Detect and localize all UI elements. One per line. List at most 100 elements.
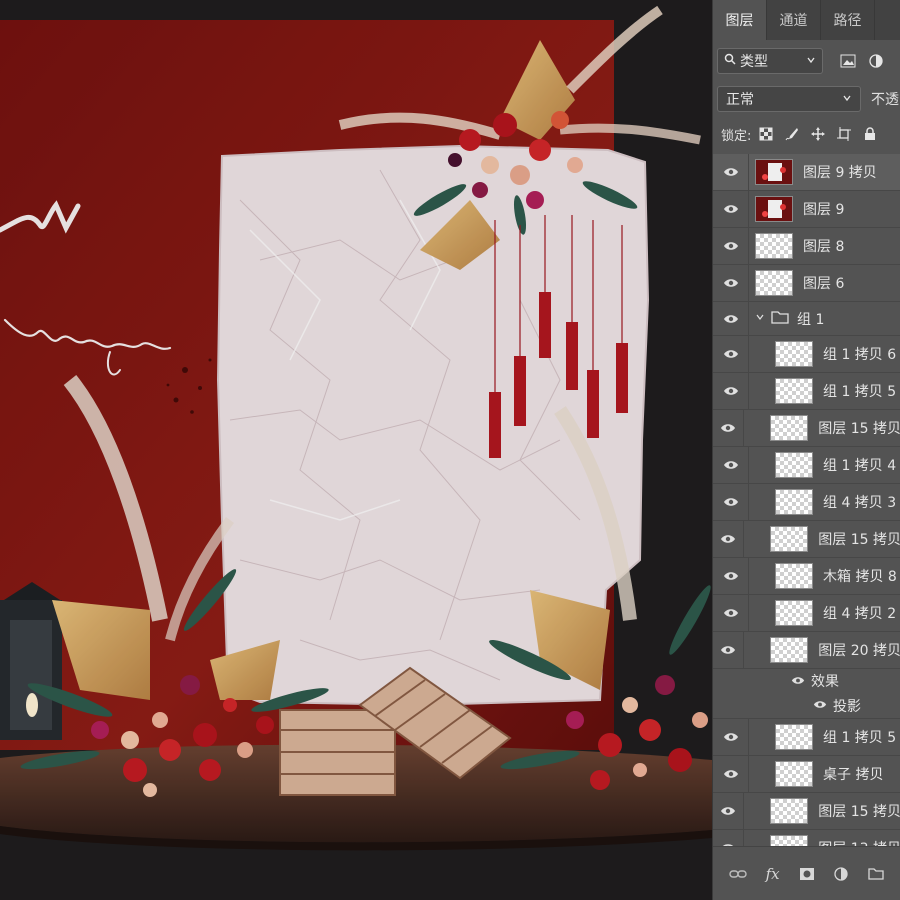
panel-tabs: 图层 通道 路径 bbox=[713, 0, 900, 40]
image-filter-icon[interactable] bbox=[837, 50, 859, 72]
layer-thumbnail bbox=[775, 341, 813, 367]
layer-row[interactable]: 图层 6 bbox=[713, 264, 900, 302]
layer-thumbnail bbox=[775, 378, 813, 404]
layer-row[interactable]: 图层 20 拷贝 bbox=[713, 631, 900, 669]
visibility-eye-icon[interactable] bbox=[713, 190, 749, 228]
layer-row[interactable]: 图层 9 bbox=[713, 190, 900, 228]
folder-icon[interactable] bbox=[865, 863, 887, 885]
canvas-viewport[interactable]: n sndqu bbox=[0, 0, 712, 900]
filter-row: 类型 bbox=[713, 48, 900, 74]
layer-row[interactable]: 木箱 拷贝 8 bbox=[713, 557, 900, 595]
visibility-eye-icon[interactable] bbox=[713, 335, 749, 373]
effect-drop-shadow: 投影 bbox=[833, 698, 861, 715]
layer-thumbnail bbox=[770, 835, 809, 846]
chevron-down-icon[interactable] bbox=[755, 311, 765, 326]
visibility-eye-icon[interactable] bbox=[713, 594, 749, 632]
layer-thumbnail bbox=[775, 489, 813, 515]
visibility-eye-icon[interactable] bbox=[713, 718, 749, 756]
visibility-eye-icon[interactable] bbox=[713, 483, 749, 521]
visibility-eye-icon[interactable] bbox=[813, 698, 827, 713]
wedding-backdrop-artwork bbox=[0, 0, 712, 900]
layer-thumbnail bbox=[775, 452, 813, 478]
tab-paths[interactable]: 路径 bbox=[821, 0, 875, 40]
visibility-eye-icon[interactable] bbox=[713, 557, 749, 595]
visibility-eye-icon[interactable] bbox=[713, 631, 745, 669]
tab-channels[interactable]: 通道 bbox=[767, 0, 821, 40]
visibility-eye-icon[interactable] bbox=[713, 520, 745, 558]
lock-all-icon[interactable] bbox=[859, 123, 881, 145]
layer-thumbnail bbox=[770, 526, 809, 552]
blend-mode-value: 正常 bbox=[726, 92, 754, 108]
folder-icon bbox=[771, 310, 789, 328]
layer-list[interactable]: 图层 9 拷贝 图层 9 图层 8 图层 6 组 1 组 1 拷贝 6 组 1 … bbox=[713, 154, 900, 846]
layer-thumbnail bbox=[755, 159, 793, 185]
layers-bottom-toolbar: fx bbox=[713, 846, 900, 900]
layer-row[interactable]: 桌子 拷贝 bbox=[713, 755, 900, 793]
layer-row[interactable]: 图层 15 拷贝 bbox=[713, 792, 900, 830]
layer-row[interactable]: 图层 9 拷贝 bbox=[713, 154, 900, 191]
chevron-down-icon bbox=[842, 91, 852, 107]
layer-row[interactable]: 组 1 拷贝 5 bbox=[713, 718, 900, 756]
blend-mode-select[interactable]: 正常 bbox=[717, 86, 861, 112]
visibility-eye-icon[interactable] bbox=[713, 755, 749, 793]
adjustment-filter-icon[interactable] bbox=[865, 50, 887, 72]
effect-item-row[interactable]: 投影 bbox=[713, 693, 900, 719]
layer-name: 图层 8 bbox=[803, 239, 845, 255]
chevron-down-icon bbox=[806, 53, 816, 69]
adjustment-icon[interactable] bbox=[830, 863, 852, 885]
layer-row[interactable]: 组 1 拷贝 6 bbox=[713, 335, 900, 373]
fx-icon[interactable]: fx bbox=[762, 863, 784, 885]
link-icon[interactable] bbox=[727, 863, 749, 885]
layer-name: 图层 15 拷贝 bbox=[818, 421, 900, 437]
layer-row[interactable]: 组 4 拷贝 3 bbox=[713, 483, 900, 521]
layer-row[interactable]: 图层 8 bbox=[713, 227, 900, 265]
layer-row[interactable]: 组 4 拷贝 2 bbox=[713, 594, 900, 632]
group-name: 组 1 bbox=[797, 311, 825, 328]
lock-transparent-pixels-icon[interactable] bbox=[755, 123, 777, 145]
visibility-eye-icon[interactable] bbox=[713, 446, 749, 484]
layer-name: 图层 13 拷贝 bbox=[818, 838, 900, 846]
visibility-eye-icon[interactable] bbox=[713, 829, 745, 846]
layer-name: 组 1 拷贝 5 bbox=[823, 384, 897, 400]
layer-name: 组 1 拷贝 5 bbox=[823, 730, 897, 746]
visibility-eye-icon[interactable] bbox=[713, 409, 745, 447]
tab-layers[interactable]: 图层 bbox=[713, 0, 767, 40]
layer-name: 图层 9 拷贝 bbox=[803, 165, 877, 181]
layer-thumbnail bbox=[770, 637, 809, 663]
layer-row[interactable]: 图层 15 拷贝 bbox=[713, 520, 900, 558]
layer-row[interactable]: 图层 13 拷贝 bbox=[713, 829, 900, 846]
layer-row[interactable]: 图层 15 拷贝 bbox=[713, 409, 900, 447]
layer-name: 组 1 拷贝 6 bbox=[823, 347, 897, 363]
lock-position-icon[interactable] bbox=[807, 123, 829, 145]
visibility-eye-icon[interactable] bbox=[713, 264, 749, 302]
layer-thumbnail bbox=[775, 600, 813, 626]
layer-name: 图层 20 拷贝 bbox=[818, 643, 900, 659]
layer-name: 组 4 拷贝 3 bbox=[823, 495, 897, 511]
layer-name: 图层 6 bbox=[803, 276, 845, 292]
visibility-eye-icon[interactable] bbox=[713, 227, 749, 265]
layers-panel: 图层 通道 路径 类型 正常 不透 锁定: 图层 9 拷贝 图层 9 图层 8 … bbox=[712, 0, 900, 900]
lock-artboard-icon[interactable] bbox=[833, 123, 855, 145]
lock-image-pixels-icon[interactable] bbox=[781, 123, 803, 145]
layer-name: 组 4 拷贝 2 bbox=[823, 606, 897, 622]
filter-type-select[interactable]: 类型 bbox=[717, 48, 823, 74]
visibility-eye-icon[interactable] bbox=[713, 154, 749, 191]
lock-row: 锁定: bbox=[713, 122, 900, 146]
layer-thumbnail bbox=[775, 724, 813, 750]
group-row[interactable]: 组 1 bbox=[713, 301, 900, 336]
layer-row[interactable]: 组 1 拷贝 5 bbox=[713, 372, 900, 410]
visibility-eye-icon[interactable] bbox=[713, 792, 745, 830]
visibility-eye-icon[interactable] bbox=[791, 674, 805, 689]
layer-name: 图层 15 拷贝 bbox=[818, 804, 900, 820]
visibility-eye-icon[interactable] bbox=[713, 372, 749, 410]
filter-type-label: 类型 bbox=[740, 54, 768, 70]
blend-row: 正常 不透 bbox=[713, 86, 900, 112]
lock-label: 锁定: bbox=[721, 128, 752, 144]
layer-row[interactable]: 组 1 拷贝 4 bbox=[713, 446, 900, 484]
search-icon bbox=[724, 53, 736, 69]
effects-row[interactable]: 效果 bbox=[713, 669, 900, 693]
layer-thumbnail bbox=[775, 563, 813, 589]
mask-icon[interactable] bbox=[796, 863, 818, 885]
visibility-eye-icon[interactable] bbox=[713, 301, 749, 336]
layer-thumbnail bbox=[755, 233, 793, 259]
